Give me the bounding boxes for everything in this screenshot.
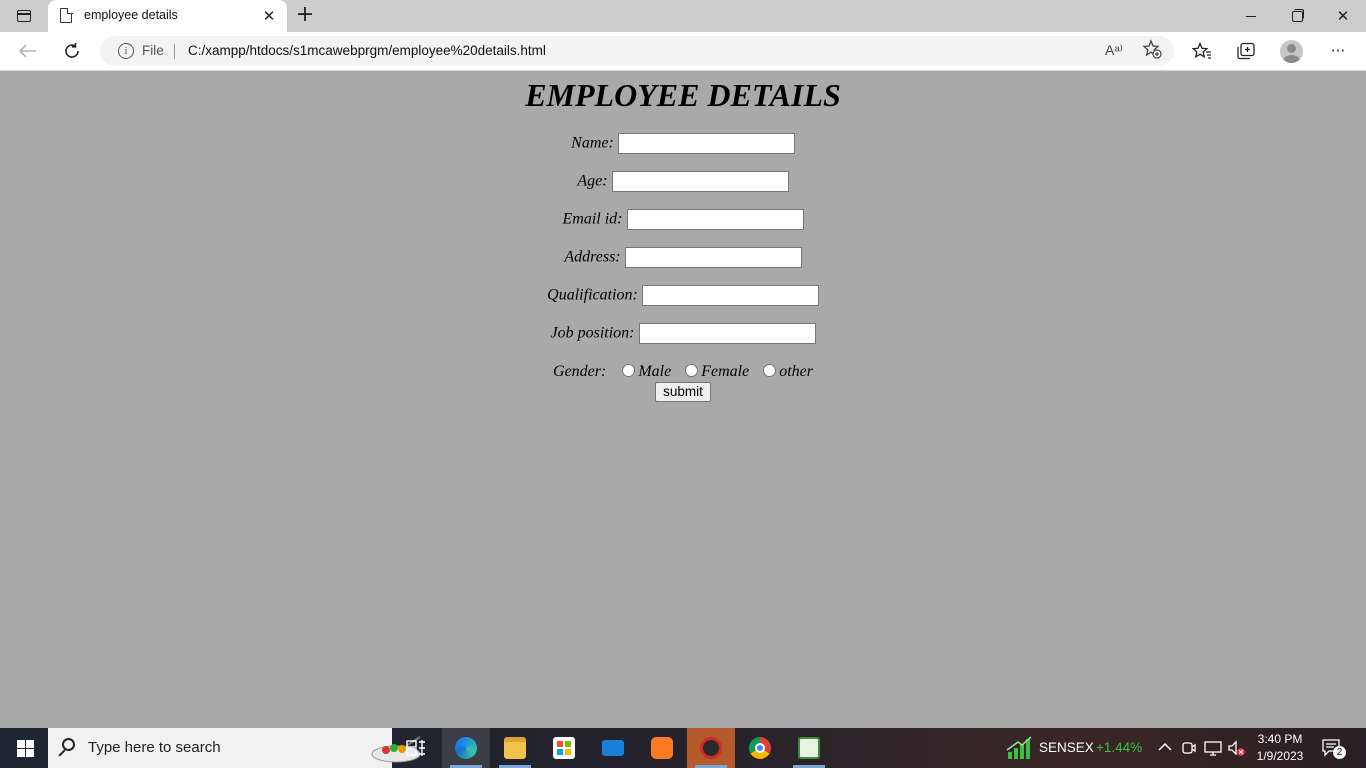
job-position-label: Job position: — [550, 324, 635, 342]
form-row-age: Age: — [0, 170, 1366, 192]
address-bar[interactable]: i File C:/xampp/htdocs/s1mcawebprgm/empl… — [100, 36, 1174, 66]
scheme-label: File — [142, 43, 164, 58]
volume-muted-icon[interactable] — [1227, 740, 1247, 758]
show-hidden-icons-icon[interactable] — [1158, 742, 1172, 752]
gender-option-male: Male — [638, 363, 672, 380]
gender-radio-other[interactable] — [763, 364, 777, 378]
form-row-name: Name: — [0, 132, 1366, 154]
search-icon — [62, 738, 75, 751]
qualification-label: Qualification: — [547, 286, 638, 304]
age-label: Age: — [577, 172, 608, 190]
notification-center-icon[interactable]: 2 — [1322, 738, 1346, 759]
site-info-icon[interactable]: i — [118, 43, 134, 59]
gender-radio-male[interactable] — [622, 364, 636, 378]
form-row-address: Address: — [0, 246, 1366, 268]
profile-avatar[interactable] — [1280, 40, 1303, 63]
email-label: Email id: — [562, 210, 623, 228]
gender-label: Gender: — [553, 363, 607, 380]
submit-button[interactable]: submit — [655, 382, 711, 402]
favorites-icon[interactable] — [1186, 36, 1218, 66]
xampp-icon[interactable] — [638, 728, 686, 768]
back-icon[interactable] — [12, 36, 44, 66]
job-position-field[interactable] — [638, 322, 816, 344]
windows-start-icon[interactable] — [0, 728, 48, 768]
minimize-icon[interactable] — [1228, 0, 1274, 32]
notepad-icon[interactable] — [785, 728, 833, 768]
name-label: Name: — [571, 134, 614, 152]
taskbar: Type here to search SENSEX +1.44% 3:40 P… — [0, 728, 1366, 768]
store-icon[interactable] — [540, 728, 588, 768]
address-label: Address: — [564, 248, 621, 266]
form-row-email: Email id: — [0, 208, 1366, 230]
page-icon — [60, 7, 73, 23]
meet-now-icon[interactable] — [1182, 740, 1196, 756]
browser-toolbar: i File C:/xampp/htdocs/s1mcawebprgm/empl… — [0, 32, 1366, 71]
mail-icon[interactable] — [589, 728, 637, 768]
refresh-icon[interactable] — [56, 36, 88, 66]
xampp-panel-icon[interactable] — [687, 728, 735, 768]
chrome-icon[interactable] — [736, 728, 784, 768]
submit-row: submit — [0, 382, 1366, 402]
stock-name: SENSEX — [1039, 740, 1094, 755]
notification-count-badge: 2 — [1333, 746, 1346, 759]
stock-change: +1.44% — [1096, 740, 1143, 755]
email-field[interactable] — [626, 208, 804, 230]
form-row-job-position: Job position: — [0, 322, 1366, 344]
taskbar-search-box[interactable]: Type here to search — [48, 728, 421, 768]
system-clock[interactable]: 3:40 PM 1/9/2023 — [1250, 731, 1310, 765]
gender-option-female: Female — [701, 363, 750, 380]
tab-title: employee details — [84, 8, 178, 22]
edge-app-icon[interactable] — [442, 728, 490, 768]
gender-option-other: other — [779, 363, 813, 380]
tab-actions-icon[interactable] — [12, 6, 36, 26]
gender-radio-female[interactable] — [685, 364, 699, 378]
read-aloud-icon[interactable]: Aᵃ⁾ — [1105, 42, 1123, 59]
file-explorer-icon[interactable] — [491, 728, 539, 768]
form-row-qualification: Qualification: — [0, 284, 1366, 306]
qualification-field[interactable] — [641, 284, 819, 306]
address-divider — [174, 44, 175, 59]
collections-icon[interactable] — [1230, 36, 1262, 66]
clock-time: 3:40 PM — [1257, 732, 1303, 746]
page-title: EMPLOYEE DETAILS — [525, 77, 841, 113]
tab-employee-details[interactable]: employee details ✕ — [48, 0, 287, 32]
page-content: EMPLOYEE DETAILS Name: Age: Email id: Ad… — [0, 71, 1366, 728]
task-view-icon[interactable] — [392, 728, 440, 768]
new-tab-icon[interactable]: + — [292, 4, 318, 28]
age-field[interactable] — [611, 170, 789, 192]
stock-trend-icon — [1006, 736, 1032, 759]
add-favorite-icon[interactable] — [1142, 39, 1162, 64]
network-icon[interactable] — [1204, 740, 1222, 756]
tab-strip: employee details ✕ + ✕ — [0, 0, 1366, 32]
address-field[interactable] — [624, 246, 802, 268]
name-field[interactable] — [617, 132, 795, 154]
more-menu-icon[interactable]: ··· — [1322, 36, 1354, 66]
window-close-icon[interactable]: ✕ — [1320, 0, 1366, 32]
tab-close-icon[interactable]: ✕ — [259, 6, 279, 26]
clock-date: 1/9/2023 — [1256, 749, 1304, 763]
restore-icon[interactable] — [1274, 0, 1320, 32]
form-row-gender: Gender: Male Female other — [0, 361, 1366, 383]
url-text[interactable]: C:/xampp/htdocs/s1mcawebprgm/employee%20… — [188, 43, 546, 58]
search-placeholder: Type here to search — [88, 739, 221, 756]
